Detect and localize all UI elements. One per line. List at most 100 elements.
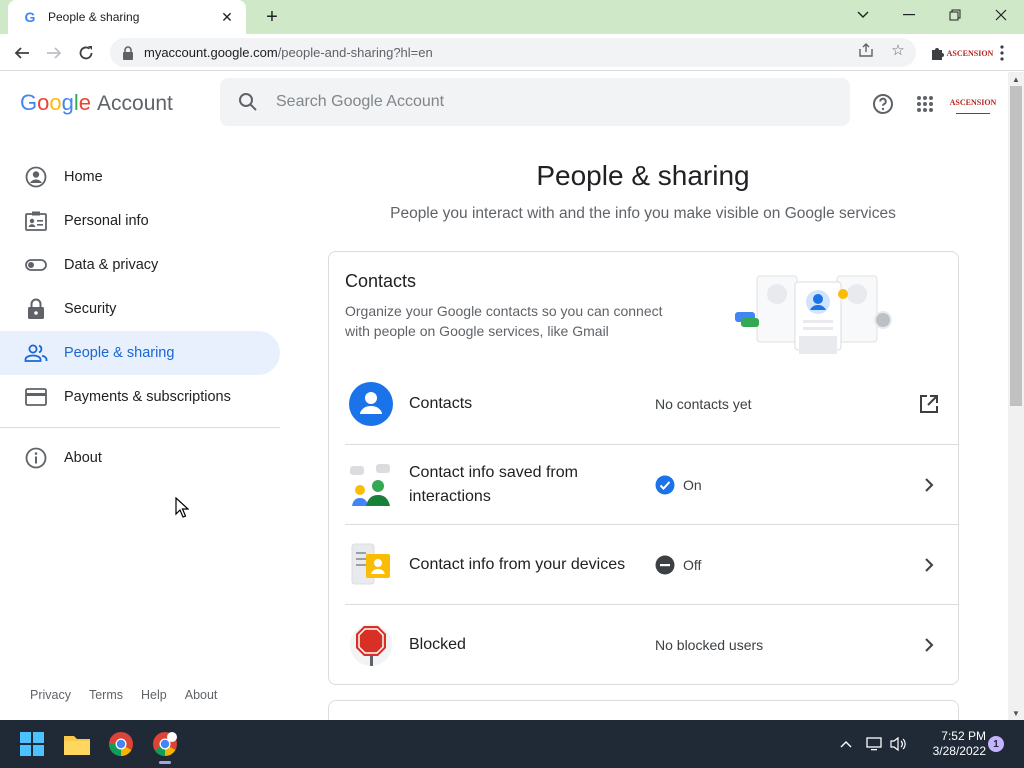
sidebar-item-security[interactable]: Security	[0, 287, 280, 331]
devices-row[interactable]: Contact info from your devices Off	[345, 524, 959, 604]
sidebar-item-data-privacy[interactable]: Data & privacy	[0, 243, 280, 287]
page-scrollbar[interactable]: ▲ ▼	[1008, 72, 1024, 720]
sidebar-item-people-sharing[interactable]: People & sharing	[0, 331, 280, 375]
logo-letter: G	[20, 90, 38, 115]
stop-sign-icon	[347, 621, 395, 669]
sidebar-item-home[interactable]: Home	[0, 155, 280, 199]
logo-letter: o	[49, 90, 62, 115]
footer-link-privacy[interactable]: Privacy	[30, 688, 71, 702]
logo-letter: o	[37, 90, 50, 115]
contacts-illustration	[733, 270, 897, 356]
row-status: No contacts yet	[655, 396, 752, 412]
notification-badge[interactable]: 1	[988, 736, 1004, 752]
people-icon	[24, 341, 48, 365]
profile-logo[interactable]: ASCENSION	[947, 43, 994, 63]
share-icon[interactable]	[857, 41, 875, 59]
reload-icon[interactable]	[73, 40, 99, 66]
contacts-row[interactable]: Contacts No contacts yet	[345, 364, 959, 444]
lock-icon	[24, 297, 48, 321]
show-hidden-icons-icon[interactable]	[836, 732, 856, 756]
row-status-text: No contacts yet	[655, 396, 752, 412]
account-header: G o o g l e Account ASCENSION	[0, 72, 1008, 136]
new-tab-icon[interactable]: +	[260, 5, 284, 29]
address-bar[interactable]: myaccount.google.com/people-and-sharing?…	[110, 38, 916, 67]
browser-tab[interactable]: G People & sharing ✕	[8, 0, 246, 34]
contacts-card: Contacts Organize your Google contacts s…	[328, 251, 959, 685]
logo-letter: e	[78, 90, 92, 115]
footer-link-help[interactable]: Help	[141, 688, 167, 702]
search-input[interactable]	[276, 93, 816, 111]
info-icon	[24, 446, 48, 470]
network-icon[interactable]	[864, 732, 884, 756]
profile-logo-text: ASCENSION	[946, 48, 994, 58]
logo-letter: g	[61, 90, 74, 115]
scroll-thumb[interactable]	[1010, 86, 1022, 406]
devices-contact-icon	[347, 541, 395, 589]
chrome-icon[interactable]	[105, 728, 137, 760]
sidebar-item-label: Data & privacy	[64, 257, 159, 273]
more-menu-icon[interactable]	[992, 43, 1012, 63]
mouse-cursor-icon	[175, 496, 190, 519]
tab-title: People & sharing	[48, 10, 140, 24]
interactions-row[interactable]: Contact info saved from interactions On	[345, 444, 959, 524]
footer-link-about[interactable]: About	[185, 688, 218, 702]
sidebar-item-about[interactable]: About	[0, 436, 280, 480]
restore-icon[interactable]	[932, 0, 978, 30]
chevron-right-icon[interactable]	[917, 633, 941, 657]
sidebar-nav: Home Personal info Data & privacy Securi…	[0, 155, 280, 480]
bookmark-star-icon[interactable]: ☆	[889, 41, 907, 59]
row-status-text: On	[683, 476, 702, 493]
taskbar-clock[interactable]: 7:52 PM 3/28/2022	[912, 729, 986, 759]
scroll-up-icon[interactable]: ▲	[1008, 72, 1024, 86]
interactions-people-icon	[347, 461, 395, 509]
close-window-icon[interactable]	[978, 0, 1024, 30]
blocked-row[interactable]: Blocked No blocked users	[345, 604, 959, 684]
minimize-icon[interactable]	[886, 0, 932, 30]
sidebar-item-label: Personal info	[64, 213, 149, 229]
tab-search-chevron-icon[interactable]	[840, 0, 886, 30]
chevron-right-icon[interactable]	[917, 553, 941, 577]
page-subtitle: People you interact with and the info yo…	[390, 205, 896, 222]
account-avatar[interactable]: ASCENSION	[950, 92, 996, 114]
open-in-new-icon[interactable]	[917, 392, 941, 416]
minus-circle-icon	[655, 555, 675, 575]
sidebar-item-label: Security	[64, 301, 117, 317]
chrome-profile-icon[interactable]	[149, 728, 181, 764]
id-card-icon	[24, 209, 48, 233]
search-icon[interactable]	[238, 92, 258, 112]
forward-icon[interactable]	[41, 40, 67, 66]
scroll-down-icon[interactable]: ▼	[1008, 706, 1024, 720]
toggle-icon	[24, 253, 48, 277]
row-label: Contact info saved from interactions	[409, 463, 578, 505]
help-icon[interactable]	[871, 92, 895, 116]
contacts-person-icon	[347, 380, 395, 428]
chevron-right-icon[interactable]	[917, 473, 941, 497]
footer-link-terms[interactable]: Terms	[89, 688, 123, 702]
sidebar-item-label: Home	[64, 169, 103, 185]
apps-grid-icon[interactable]	[913, 92, 937, 116]
sidebar-item-personal-info[interactable]: Personal info	[0, 199, 280, 243]
extensions-puzzle-icon[interactable]	[928, 43, 948, 63]
clock-date: 3/28/2022	[932, 744, 986, 758]
row-status-text: No blocked users	[655, 636, 764, 653]
sidebar-item-label: People & sharing	[64, 345, 175, 361]
back-icon[interactable]	[9, 40, 35, 66]
avatar-text: ASCENSION	[949, 98, 997, 107]
sidebar-item-payments[interactable]: Payments & subscriptions	[0, 375, 280, 419]
tab-close-icon[interactable]: ✕	[218, 8, 236, 26]
file-explorer-icon[interactable]	[61, 728, 93, 760]
row-label: Blocked	[409, 635, 466, 653]
check-circle-icon	[655, 475, 675, 495]
row-status: On	[655, 475, 702, 495]
windows-taskbar: 7:52 PM 3/28/2022	[0, 720, 1024, 768]
page-title: People & sharing	[536, 160, 750, 191]
windows-start-icon[interactable]	[16, 728, 48, 760]
volume-icon[interactable]	[888, 732, 908, 756]
sidebar-item-label: About	[64, 450, 102, 466]
row-label: Contact info from your devices	[409, 555, 626, 573]
google-account-logo[interactable]: G o o g l e Account	[20, 90, 173, 116]
logo-account-text: Account	[97, 92, 173, 115]
search-box[interactable]	[220, 78, 850, 126]
browser-toolbar: myaccount.google.com/people-and-sharing?…	[0, 34, 1024, 71]
url-text: myaccount.google.com/people-and-sharing?…	[144, 45, 433, 60]
